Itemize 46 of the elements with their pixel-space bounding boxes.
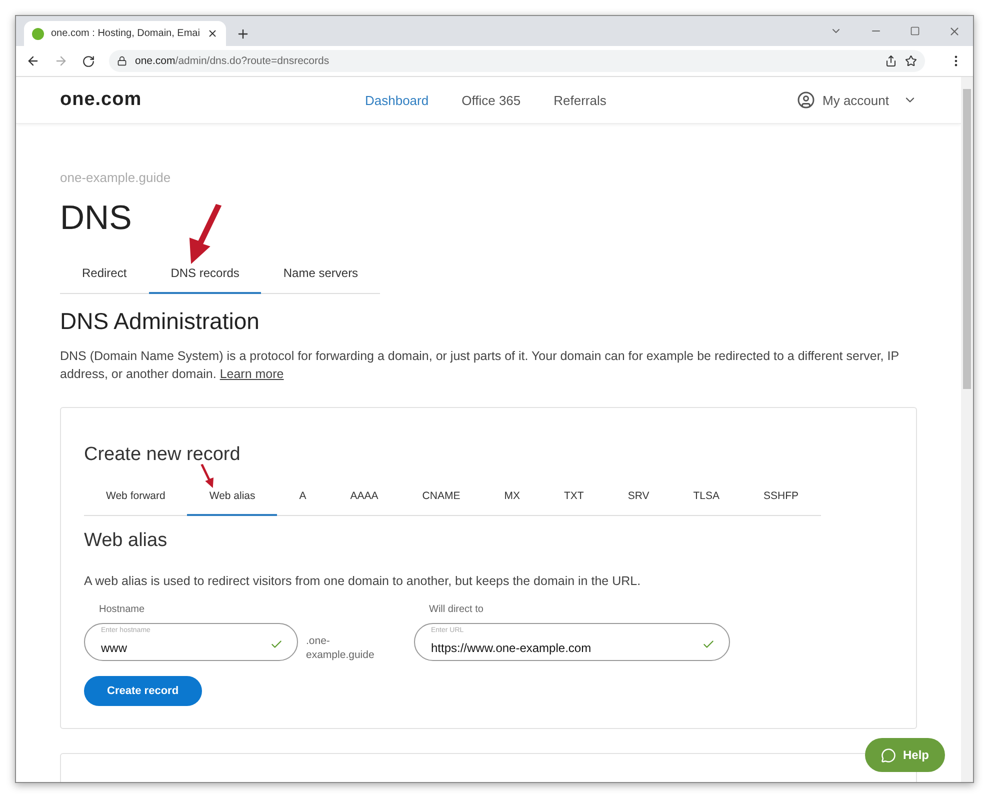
browser-tab[interactable]: one.com : Hosting, Domain, Emai bbox=[24, 21, 226, 46]
domain-suffix: .one-example.guide bbox=[306, 634, 376, 662]
url-text: one.com/admin/dns.do?route=dnsrecords bbox=[135, 55, 330, 67]
field-label: Will direct to bbox=[428, 604, 484, 615]
input-text[interactable]: https://www.one-example.com bbox=[431, 633, 702, 655]
section-title: DNS Administration bbox=[60, 308, 260, 335]
tab[interactable]: Redirect bbox=[60, 266, 149, 294]
form-title: Web alias bbox=[84, 530, 168, 552]
back-icon[interactable] bbox=[26, 54, 40, 68]
intro-text: DNS (Domain Name System) is a protocol for forwarding a domain, or just parts of it. Your domain can for example be redirected to a different server, IP address, or another domain. Learn more bbox=[60, 348, 900, 383]
maximize-icon[interactable] bbox=[910, 26, 920, 36]
tab[interactable]: Name servers bbox=[261, 266, 380, 294]
tab[interactable]: DNS records bbox=[148, 266, 262, 294]
address-bar[interactable]: one.com/admin/dns.do?route=dnsrecords bbox=[109, 50, 925, 72]
user-icon[interactable] bbox=[796, 91, 815, 109]
tab[interactable]: Web forward bbox=[84, 490, 188, 516]
learn-more-link[interactable]: Learn more bbox=[220, 367, 284, 381]
tab[interactable]: SSHFP bbox=[741, 490, 820, 516]
tab[interactable]: A bbox=[277, 490, 328, 516]
tab[interactable]: CNAME bbox=[400, 490, 482, 516]
star-icon[interactable] bbox=[905, 55, 917, 67]
page-title: DNS bbox=[60, 199, 132, 238]
account-link[interactable]: My account bbox=[822, 92, 889, 108]
logo[interactable]: one.com bbox=[60, 89, 365, 111]
tab[interactable]: Web alias bbox=[187, 490, 278, 516]
nav-link[interactable]: Dashboard bbox=[365, 92, 429, 108]
close-icon[interactable] bbox=[206, 28, 218, 39]
tab[interactable]: TXT bbox=[542, 490, 606, 516]
lock-icon bbox=[117, 56, 127, 66]
share-icon[interactable] bbox=[885, 55, 897, 67]
chat-icon bbox=[880, 748, 896, 762]
tab[interactable]: TLSA bbox=[671, 490, 742, 516]
nav-link[interactable]: Office 365 bbox=[462, 92, 521, 108]
new-tab-icon[interactable] bbox=[236, 27, 250, 41]
nav-link[interactable]: Referrals bbox=[554, 92, 606, 108]
input-text[interactable]: www bbox=[101, 633, 270, 655]
form-description: A web alias is used to redirect visitors from one domain to another, but keeps the domain in the URL. bbox=[84, 573, 642, 590]
domain-name: one-example.guide bbox=[60, 170, 172, 185]
tab[interactable]: AAAA bbox=[328, 490, 400, 516]
tab[interactable]: SRV bbox=[606, 490, 672, 516]
reload-icon[interactable] bbox=[82, 54, 95, 68]
tab[interactable]: MX bbox=[482, 490, 542, 516]
card-title: Create new record bbox=[84, 444, 242, 466]
field-label: Hostname bbox=[98, 604, 146, 615]
favicon-icon bbox=[32, 28, 44, 40]
create-record-button[interactable]: Create record bbox=[84, 676, 202, 706]
